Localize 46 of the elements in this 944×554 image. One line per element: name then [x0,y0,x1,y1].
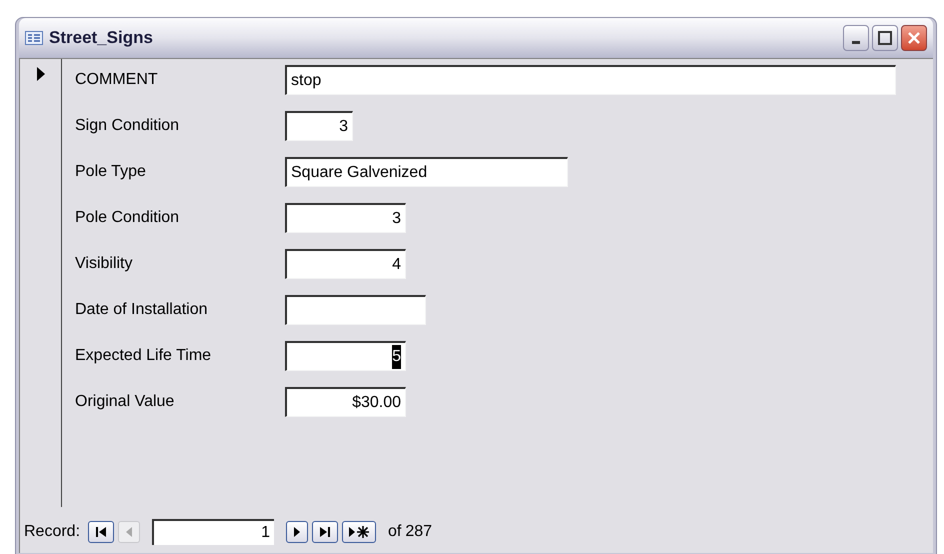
input-field[interactable] [285,295,426,325]
close-button[interactable] [901,25,927,51]
new-record-icon [348,525,370,539]
current-record-icon [36,67,44,81]
input-field[interactable]: 3 [285,203,406,233]
field-value: 3 [392,208,401,228]
next-icon [292,526,302,538]
field-value: $30.00 [352,392,401,412]
window-title: Street_Signs [49,27,153,50]
field-label: Sign Condition [75,116,180,136]
input-field[interactable]: 5 [285,341,406,371]
field-label: Expected Life Time [75,346,212,366]
close-icon [907,31,921,45]
field-value: 4 [392,254,401,274]
field-value: stop [291,70,322,90]
input-field[interactable]: Square Galvenized [285,157,568,187]
minimize-button[interactable] [843,25,869,51]
input-field[interactable]: 4 [285,249,406,279]
first-record-icon [94,526,108,538]
field-value: 3 [339,116,348,136]
field-label: Pole Type [75,162,147,182]
last-record-icon [318,526,332,538]
last-record-button[interactable] [312,521,338,543]
field-label: Pole Condition [75,208,180,228]
input-field[interactable]: 3 [285,111,353,141]
new-record-button[interactable] [342,521,376,543]
field-label: Date of Installation [75,300,209,320]
next-record-button[interactable] [286,521,308,543]
record-label: Record: [24,522,80,542]
field-value: 5 [392,344,401,368]
record-number: 1 [261,523,270,543]
field-value: Square Galvenized [291,162,428,182]
input-field[interactable]: $30.00 [285,387,406,417]
field-label: COMMENT [75,70,159,90]
form-icon [25,31,43,45]
record-total: 287 [405,522,432,542]
previous-icon [124,526,134,538]
maximize-icon [878,31,892,45]
field-label: Visibility [75,254,134,274]
record-number-field[interactable]: 1 [152,519,274,545]
minimize-icon [852,41,860,44]
maximize-button[interactable] [872,25,898,51]
first-record-button[interactable] [88,521,114,543]
input-field[interactable]: stop [285,65,896,95]
of-text: of [388,522,402,542]
field-label: Original Value [75,392,176,412]
